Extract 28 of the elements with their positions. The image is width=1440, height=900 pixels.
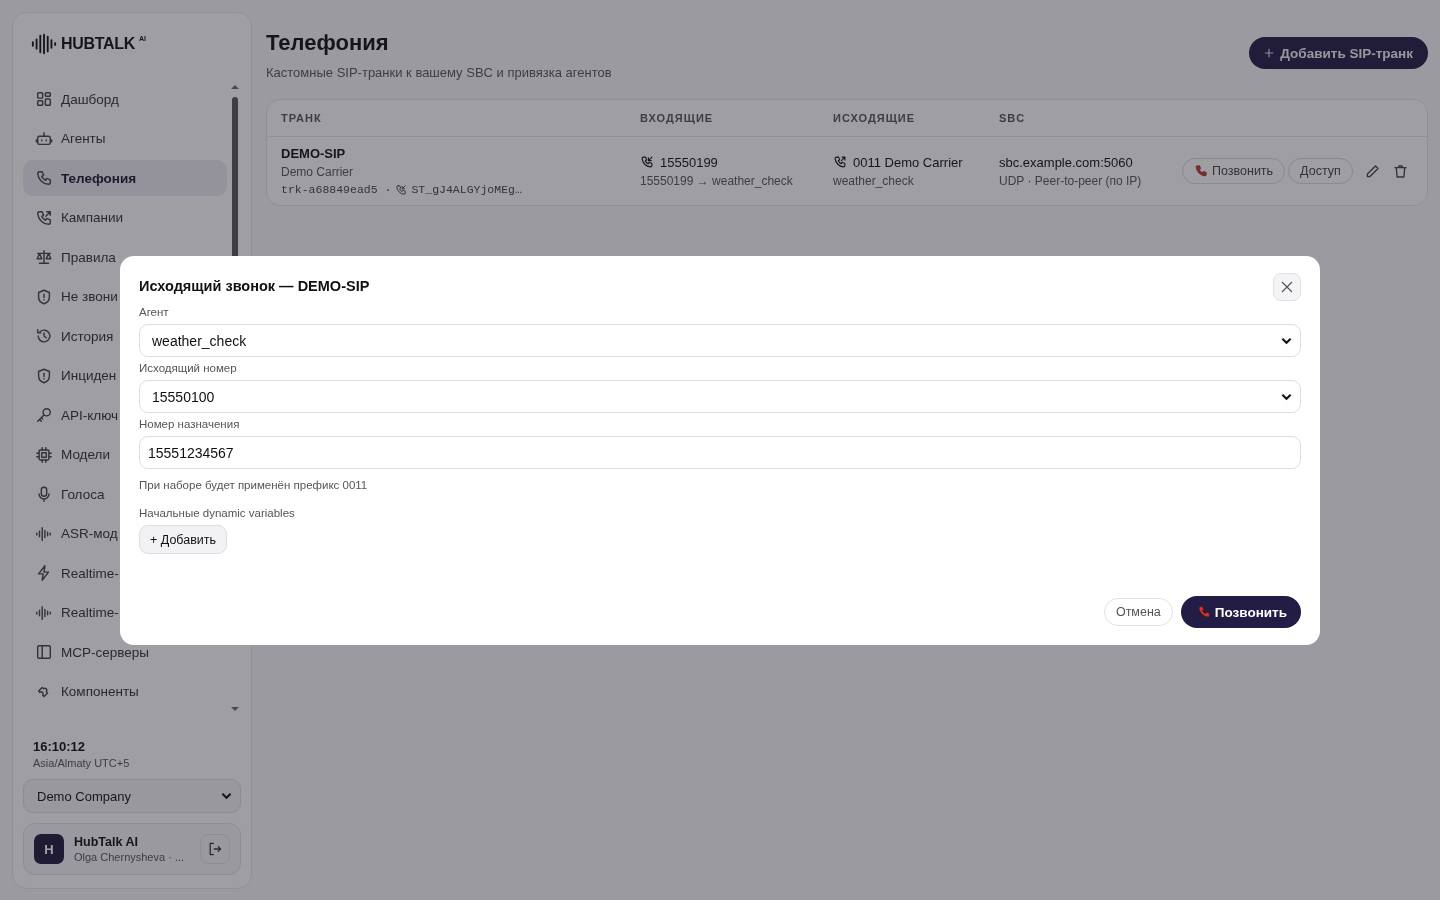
field-label: Начальные dynamic variables [139, 507, 296, 519]
trunk-id: trk-a68849ead5 · [281, 183, 392, 196]
brand-name: HUBTALK [61, 35, 136, 53]
dialog-title: Исходящий звонок — DEMO-SIP [139, 278, 370, 294]
trunk-name: DEMO-SIP [281, 146, 347, 161]
inbound-route: 15550199 → weather_check [640, 173, 794, 188]
field-label: Номер назначения [139, 418, 241, 430]
user-subtitle: Olga Chernysheva · ... [74, 851, 186, 863]
column-header: SBC [999, 112, 1027, 124]
page-title: Телефония [266, 30, 390, 56]
sbc-mode: UDP · Peer-to-peer (по IP) [999, 173, 1143, 188]
outbound-number: 0011 Demo Carrier [853, 154, 963, 170]
column-header: ИСХОДЯЩИЕ [833, 112, 917, 124]
page-subtitle: Кастомные SIP-транки к вашему SBC и привязка агентов [266, 65, 612, 80]
field-label: Исходящий номер [139, 362, 238, 374]
outbound-agent: weather_check [833, 173, 915, 188]
column-header: ТРАНК [281, 112, 323, 124]
clock-time: 16:10:12 [33, 739, 87, 754]
timezone-label: Asia/Almaty UTC+5 [33, 757, 131, 769]
inbound-ref: ST_gJ4ALGYjoMEg… [411, 183, 522, 196]
user-name: HubTalk AI [74, 835, 139, 849]
avatar: H [34, 834, 64, 864]
inbound-number: 15550199 [660, 154, 718, 170]
hint-text: При наборе будет применён префикс 0011 [139, 479, 369, 491]
field-label: Агент [139, 306, 170, 318]
column-header: ВХОДЯЩИЕ [640, 112, 715, 124]
sbc-host: sbc.example.com:5060 [999, 154, 1134, 170]
carrier-name: Demo Carrier [281, 165, 354, 179]
